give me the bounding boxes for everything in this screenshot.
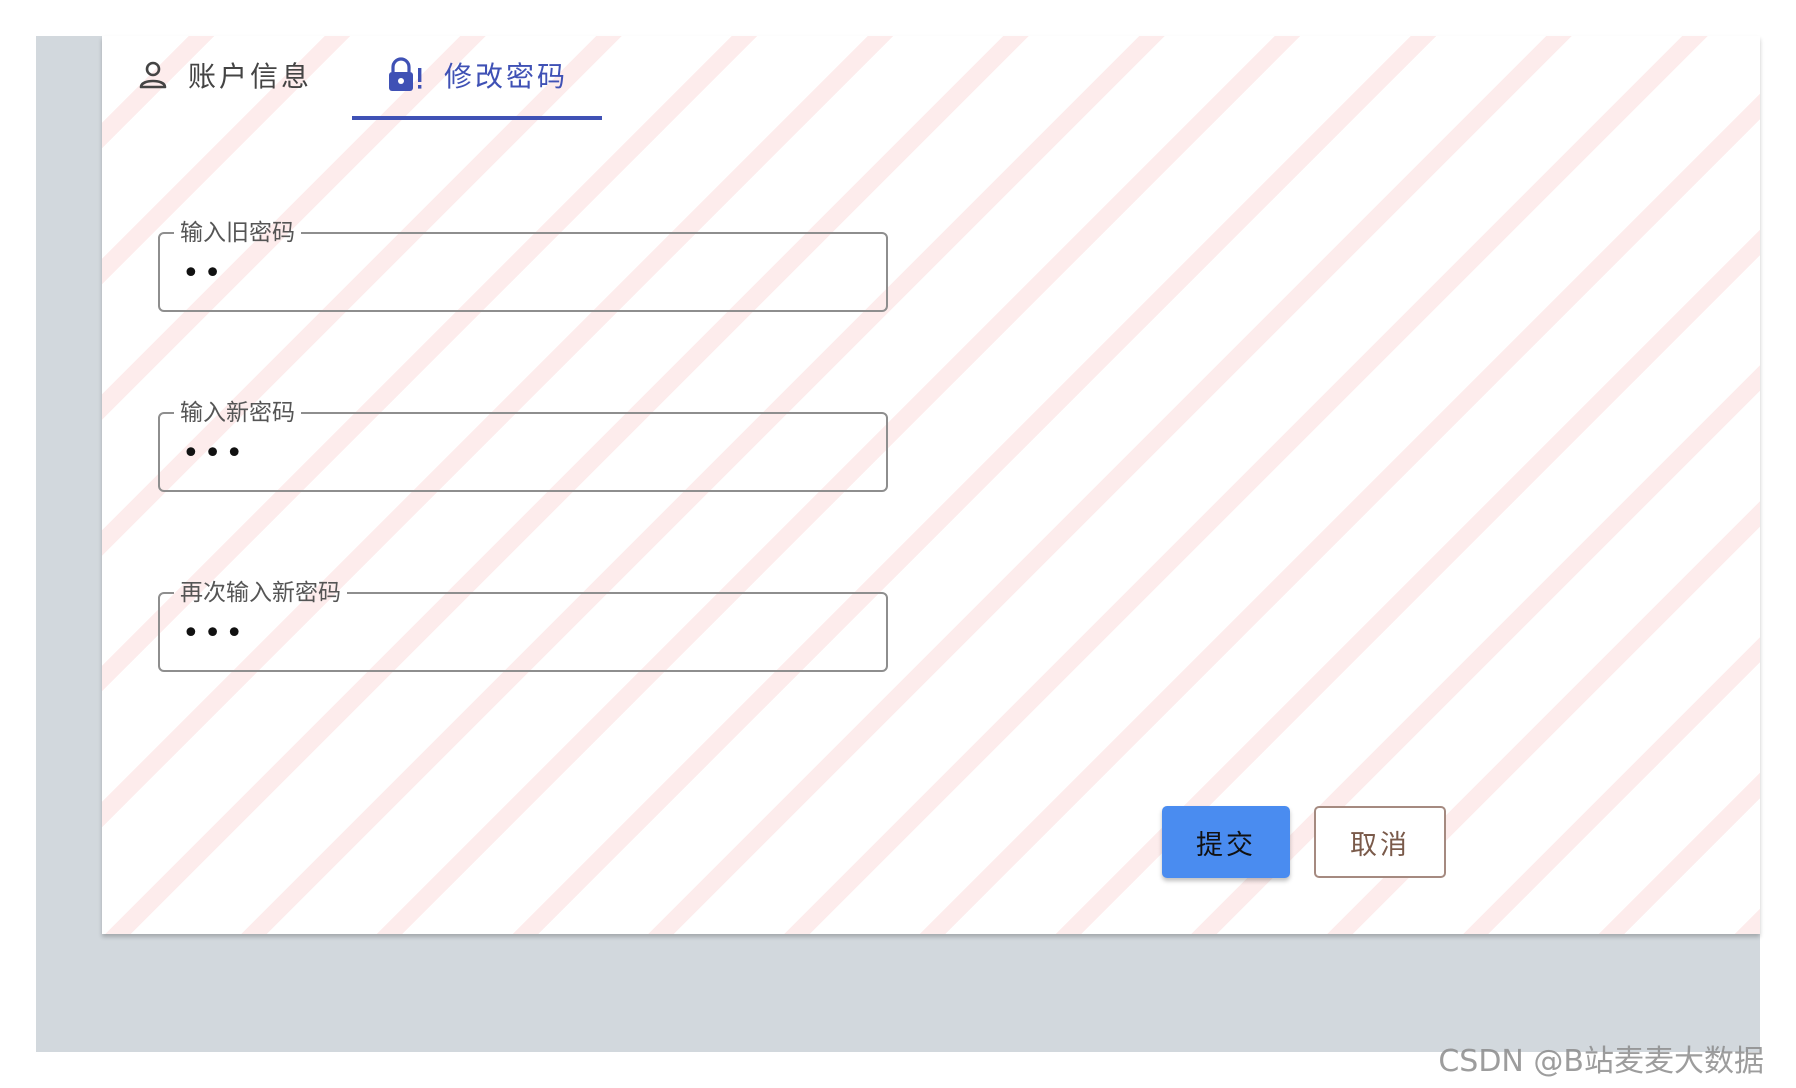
- csdn-watermark: CSDN @B站麦麦大数据: [1438, 1044, 1764, 1079]
- person-outline-icon: [138, 60, 168, 90]
- tab-bar: 账户信息 修改密码: [102, 36, 802, 120]
- tab-account-label: 账户信息: [188, 60, 313, 93]
- cancel-button[interactable]: 取消: [1314, 806, 1446, 878]
- old-password-field: 输入旧密码: [158, 220, 888, 312]
- old-password-input[interactable]: [180, 252, 864, 294]
- confirm-password-input[interactable]: [180, 612, 864, 654]
- old-password-label: 输入旧密码: [180, 220, 295, 246]
- new-password-field: 输入新密码: [158, 400, 888, 492]
- settings-card: 账户信息 修改密码 输入旧密码 输入新密码: [102, 36, 1760, 934]
- confirm-password-label: 再次输入新密码: [180, 580, 341, 606]
- tab-change-password[interactable]: 修改密码: [352, 36, 602, 120]
- new-password-label: 输入新密码: [180, 400, 295, 426]
- confirm-password-field: 再次输入新密码: [158, 580, 888, 672]
- new-password-input[interactable]: [180, 432, 864, 474]
- submit-button[interactable]: 提交: [1162, 806, 1290, 878]
- tab-account-info[interactable]: 账户信息: [138, 36, 312, 114]
- lock-alert-icon: [386, 57, 424, 93]
- tab-password-label: 修改密码: [444, 60, 569, 93]
